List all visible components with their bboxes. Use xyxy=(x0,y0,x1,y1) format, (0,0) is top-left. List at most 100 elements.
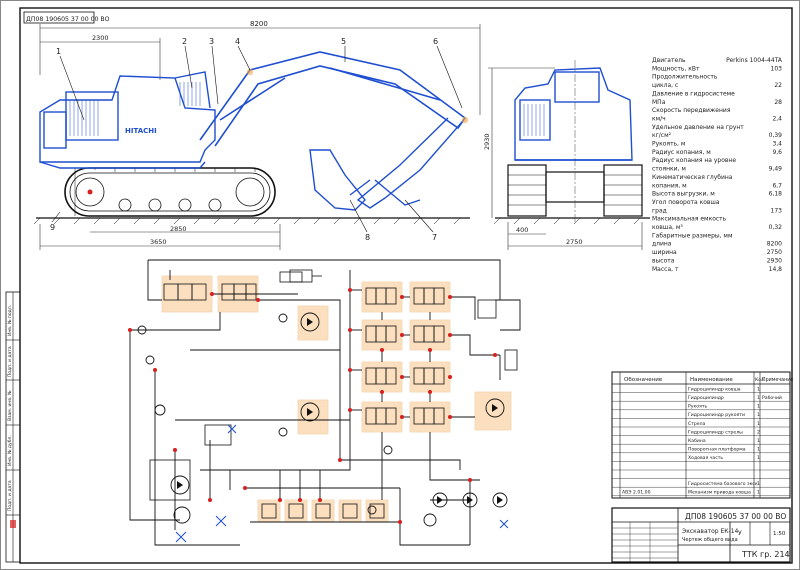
table-cell-qty: 1 xyxy=(757,490,760,496)
spec-label: ширина xyxy=(652,249,677,256)
side-stamp-label-1: Инв. № подл. xyxy=(7,305,13,336)
table-cell-qty: 1 xyxy=(757,455,760,461)
brand-text: HITACHI xyxy=(125,127,157,135)
parts-header-name: Наименование xyxy=(690,377,733,383)
spec-value: 103 xyxy=(771,65,783,72)
title-subtitle: Чертеж общего вида xyxy=(682,537,738,543)
drawing-sheet: ДП08 190605 37 00 00 ВО Инв. № подл. Под… xyxy=(0,0,800,570)
spec-label: стоянки, м xyxy=(652,166,686,173)
spec-value: 28 xyxy=(774,99,782,106)
spec-value: 6,18 xyxy=(769,191,783,198)
parts-header-note: Примечание xyxy=(762,377,793,383)
table-cell-qty: 1 xyxy=(757,438,760,444)
spec-label: длина xyxy=(652,241,672,248)
table-cell-qty: 1 xyxy=(757,395,760,401)
callout-9: 9 xyxy=(50,223,55,232)
spec-label: МПа xyxy=(652,99,666,106)
spec-label: Удельное давление на грунт xyxy=(652,124,744,131)
spec-label: Кинематическая глубина xyxy=(652,174,733,181)
dim-overall-length: 8200 xyxy=(250,20,268,28)
spec-value: 2750 xyxy=(767,249,782,256)
dim-track-width: 400 xyxy=(516,226,528,234)
side-stamp-label-2: Подп. и дата xyxy=(7,346,13,377)
table-cell-code: АВЭ 2.01.00 xyxy=(622,490,651,496)
dim-track-length: 2850 xyxy=(170,225,187,233)
spec-label: Максимальная емкость xyxy=(652,216,727,223)
top-stamp-code: ДП08 190605 37 00 00 ВО xyxy=(26,16,110,23)
spec-label: кг/см² xyxy=(652,132,672,139)
spec-value: Perkins 1004-44TA xyxy=(726,57,783,64)
table-cell-qty: 2 xyxy=(757,429,760,435)
table-cell-qty: 1 xyxy=(757,447,760,453)
dim-front-offset: 2300 xyxy=(92,34,109,42)
title-scale: 1:50 xyxy=(773,531,786,537)
callout-7: 7 xyxy=(432,233,437,242)
dim-height: 2930 xyxy=(483,133,491,150)
table-cell-name: Поворотная платформа xyxy=(688,447,746,453)
table-cell-name: Гидросистема базового экск. xyxy=(688,481,759,487)
parts-table: Обозначение Наименование Кол. Примечание… xyxy=(611,371,793,499)
table-cell-name: Ходовая часть xyxy=(688,455,723,461)
spec-value: 2,4 xyxy=(772,115,782,122)
spec-value: 2930 xyxy=(767,257,782,264)
spec-label: град xyxy=(652,207,667,214)
parts-header-code: Обозначение xyxy=(624,377,663,383)
spec-value: 14,8 xyxy=(769,266,783,273)
spec-value: 173 xyxy=(771,207,783,214)
callout-5: 5 xyxy=(341,37,346,46)
spec-label: ковша, м³ xyxy=(652,224,683,231)
spec-value: 0,32 xyxy=(769,224,783,231)
callout-8: 8 xyxy=(365,233,370,242)
spec-label: Двигатель xyxy=(652,57,686,64)
callout-3: 3 xyxy=(209,37,214,46)
table-cell-qty: 1 xyxy=(757,386,760,392)
side-stamp-label-3: Взам. инв. № xyxy=(7,390,13,421)
table-cell-name: Механизм привода ковша xyxy=(688,490,751,496)
spec-value: 3,4 xyxy=(772,141,782,148)
title-code: ДП08 190605 37 00 00 ВО xyxy=(685,512,786,521)
spec-value: 9,6 xyxy=(772,149,782,156)
table-cell-qty: 1 xyxy=(757,481,760,487)
spec-label: высота xyxy=(652,257,675,264)
title-org: ТТК гр. 214 xyxy=(741,550,790,559)
callout-2: 2 xyxy=(182,37,187,46)
spec-label: Радиус копания, м xyxy=(652,149,711,156)
spec-label: Масса, т xyxy=(652,266,679,273)
spec-label: км/ч xyxy=(652,115,666,122)
table-cell-name: Кабина xyxy=(688,438,706,444)
table-cell-name: Стрела xyxy=(688,421,706,427)
spec-value: 9,49 xyxy=(769,166,783,173)
title-name: Экскаватор ЕК-14 xyxy=(682,528,739,535)
spec-label: Давление в гидросистеме xyxy=(652,90,735,97)
side-stamp-label-5: Подп. и дата xyxy=(7,480,13,511)
table-cell-name: Гидроцилиндр рукояти xyxy=(688,412,745,418)
spec-value: 0,39 xyxy=(769,132,783,139)
spec-label: Скорость передвижения xyxy=(652,107,731,114)
spec-label: Угол поворота ковша xyxy=(652,199,720,206)
spec-value: 6,7 xyxy=(772,182,782,189)
title-block: ДП08 190605 37 00 00 ВО Экскаватор ЕК-14… xyxy=(611,507,791,563)
table-cell-name: Гидроцилиндр стрелы xyxy=(688,429,743,435)
spec-label: копания, м xyxy=(652,182,687,189)
table-cell-qty: 1 xyxy=(757,404,760,410)
table-cell-qty: 1 xyxy=(757,421,760,427)
table-cell-name: Рукоять xyxy=(688,404,708,410)
callout-4: 4 xyxy=(235,37,240,46)
dim-width: 2750 xyxy=(566,238,583,246)
spec-label: Продолжительность xyxy=(652,74,718,81)
dim-base-length: 3650 xyxy=(150,238,167,246)
spec-label: Мощность, кВт xyxy=(652,65,700,72)
spec-label: цикла, с xyxy=(652,82,678,89)
spec-value: 22 xyxy=(774,82,782,89)
spec-label: Габаритные размеры, мм xyxy=(652,232,732,239)
callout-1: 1 xyxy=(56,47,61,56)
table-cell-qty: 1 xyxy=(757,412,760,418)
table-cell-name: Гидроцилиндр xyxy=(688,395,724,401)
spec-label: Радиус копания на уровне xyxy=(652,157,736,164)
spec-label: Рукоять, м xyxy=(652,141,685,148)
table-cell-name: Гидроцилиндр ковша xyxy=(688,386,741,392)
table-cell-note: Рабочий xyxy=(762,394,782,401)
spec-value: 8200 xyxy=(767,241,782,248)
side-stamp-label-4: Инв. № дубл. xyxy=(7,435,13,466)
spec-label: Высота выгрузки, м xyxy=(652,191,715,198)
